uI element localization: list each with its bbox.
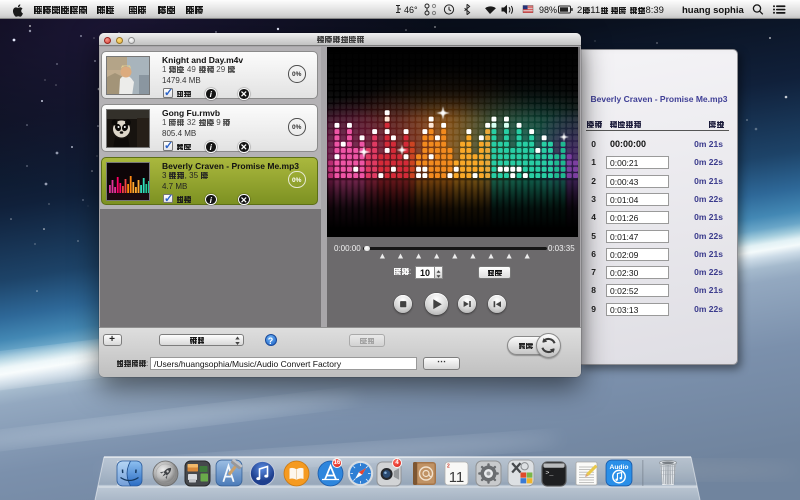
svg-text:11: 11: [448, 469, 464, 486]
svg-text:>_: >_: [545, 469, 554, 477]
